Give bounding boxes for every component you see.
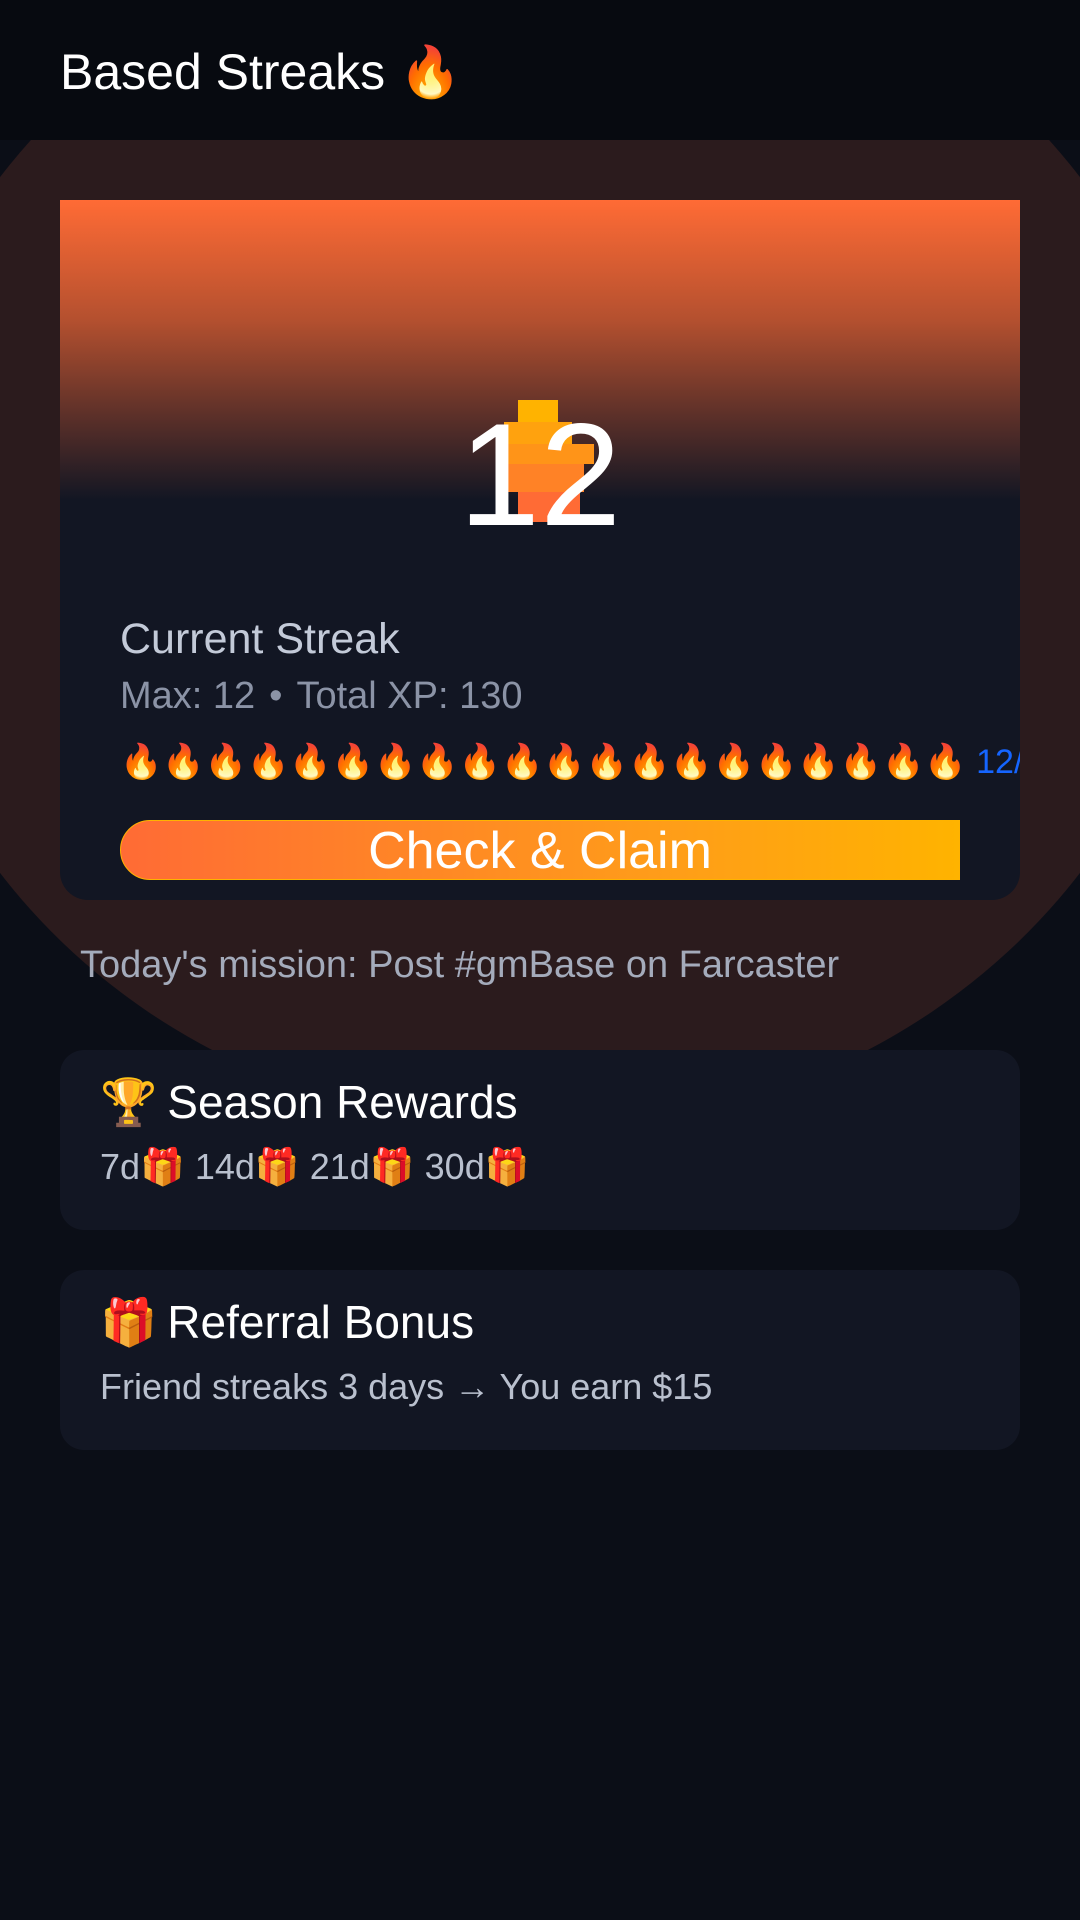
season-rewards-panel: 🏆 Season Rewards 7d🎁 14d🎁 21d🎁 30d🎁 xyxy=(60,1050,1020,1230)
season-rewards-title-row: 🏆 Season Rewards xyxy=(100,1076,518,1128)
season-rewards-milestones: 7d🎁 14d🎁 21d🎁 30d🎁 xyxy=(100,1146,530,1187)
referral-bonus-title: Referral Bonus xyxy=(167,1296,475,1348)
streak-stats: Max: 12 • Total XP: 130 xyxy=(120,674,523,718)
app-header: Based Streaks 🔥 xyxy=(0,0,1080,140)
stats-separator: • xyxy=(269,675,283,717)
app-screen: Based Streaks 🔥 12 Current Streak Max: 1… xyxy=(0,0,1080,1920)
check-claim-button[interactable]: Check & Claim xyxy=(120,820,960,880)
referral-bonus-panel: 🎁 Referral Bonus Friend streaks 3 days → … xyxy=(60,1270,1020,1450)
streak-progress: 🔥🔥🔥🔥🔥🔥🔥🔥🔥🔥🔥🔥🔥🔥🔥🔥🔥🔥🔥🔥 12/30 xyxy=(120,743,1020,781)
max-streak: Max: 12 xyxy=(120,675,256,717)
season-rewards-title: Season Rewards xyxy=(167,1076,518,1128)
referral-bonus-title-row: 🎁 Referral Bonus xyxy=(100,1296,474,1348)
trophy-icon: 🏆 xyxy=(100,1076,158,1128)
streak-count: 12 xyxy=(458,393,622,556)
total-xp: Total XP: 130 xyxy=(296,675,523,717)
referral-bonus-text: Friend streaks 3 days → You earn $15 xyxy=(100,1366,713,1407)
daily-mission: Today's mission: Post #gmBase on Farcast… xyxy=(80,944,840,986)
streak-card: 12 Current Streak Max: 12 • Total XP: 130 … xyxy=(60,200,1020,900)
gift-icon: 🎁 xyxy=(100,1296,158,1348)
streak-label: Current Streak xyxy=(120,615,400,663)
app-title: Based Streaks 🔥 xyxy=(60,44,462,100)
